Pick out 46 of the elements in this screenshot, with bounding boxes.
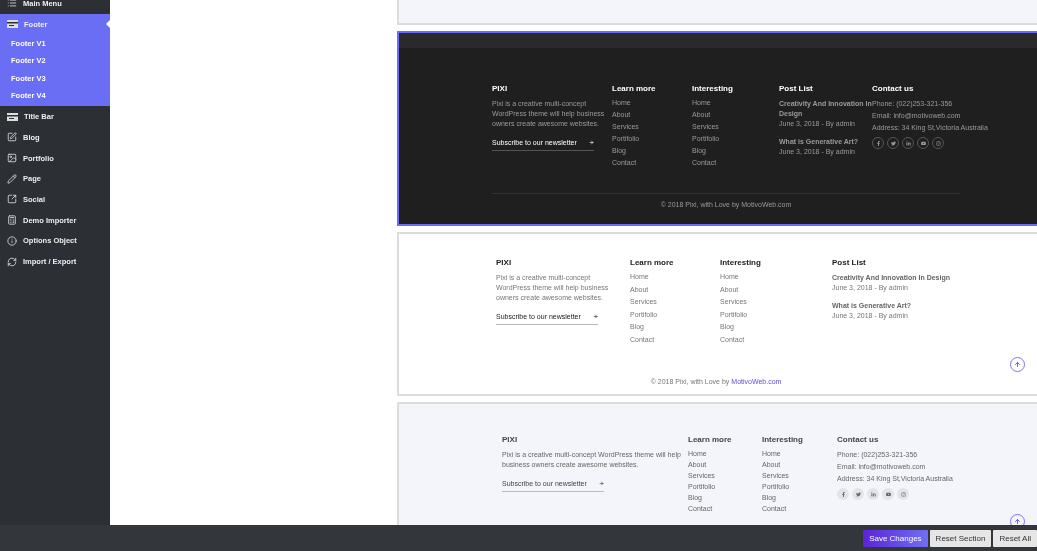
image-icon [7,153,17,164]
footer-preview[interactable] [397,31,1037,226]
list-icon [7,0,17,9]
arrow-up-icon [1014,518,1021,525]
share-icon [7,194,17,205]
action-button[interactable]: Reset Section [929,529,992,547]
column-title: PIXI [502,435,519,444]
letters-in-icon [905,140,911,146]
column-title: Contact us [837,435,880,444]
arrow-right-icon[interactable] [589,140,594,145]
social-button[interactable] [882,488,894,500]
arrow-up-icon [1014,361,1021,368]
column-title: Interesting [762,435,804,444]
column-title: PIXI [496,258,513,267]
letters-in-icon [870,491,876,497]
card-icon [7,112,18,121]
bird-icon [855,491,861,497]
column-title: Learn more [688,435,733,444]
card-icon [7,20,18,29]
column-title: Post List [779,84,814,93]
camera-icon [900,491,906,497]
refresh-icon [7,256,17,267]
column-title: Learn more [630,258,675,267]
camera-icon [935,140,941,146]
column-title: Post List [832,258,867,267]
column-title: Interesting [692,84,734,93]
social-button[interactable] [867,488,879,500]
arrow-right-icon[interactable] [593,314,598,319]
letter-f-icon [875,140,881,146]
pen-square-icon [7,132,17,143]
pencil-icon [7,173,17,184]
column-title: Interesting [720,258,762,267]
social-button[interactable] [852,488,864,500]
arrow-right-icon[interactable] [599,481,604,486]
column-title: PIXI [492,84,509,93]
action-button[interactable]: Reset All [993,529,1037,547]
column-title: Learn more [612,84,657,93]
bird-icon [890,140,896,146]
social-button[interactable] [837,488,849,500]
play-icon [920,140,926,146]
letter-f-icon [840,491,846,497]
action-button[interactable]: Save Changes [863,529,928,547]
info-icon [7,235,17,246]
calculator-icon [7,215,17,226]
column-title: Contact us [872,84,915,93]
play-icon [885,491,891,497]
